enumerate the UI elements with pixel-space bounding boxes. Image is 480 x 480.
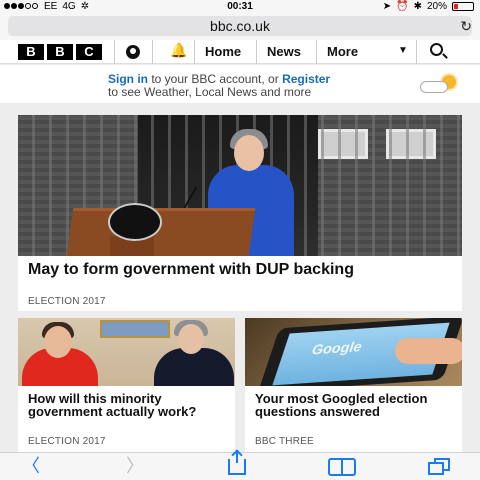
bluetooth-icon: ✱ [413, 1, 422, 12]
signin-message: Sign in to your BBC account, or Register… [108, 73, 330, 99]
story-card-image[interactable]: Google [245, 318, 462, 386]
chevron-down-icon[interactable]: ▼ [398, 45, 408, 56]
weather-icon [418, 73, 464, 97]
bookmarks-icon[interactable] [328, 458, 356, 476]
top-story-headline[interactable]: May to form government with DUP backing [28, 261, 452, 278]
back-arrow-icon[interactable]: 〈 [22, 457, 40, 475]
bbc-logo-letter: C [76, 44, 102, 60]
tabs-icon[interactable] [428, 458, 452, 476]
reload-icon[interactable]: ↻ [460, 18, 472, 35]
nav-home-link[interactable]: Home [205, 44, 241, 59]
alarm-icon: ⏰ [396, 1, 409, 12]
top-story-category[interactable]: ELECTION 2017 [28, 296, 106, 307]
signin-banner: Sign in to your BBC account, or Register… [0, 65, 480, 103]
browser-toolbar: 〈 〉 [0, 451, 480, 480]
signin-text-1: to your BBC account, or [148, 72, 283, 86]
nav-news-link[interactable]: News [267, 44, 301, 59]
location-icon: ➤ [382, 1, 392, 12]
bbc-logo-letter: B [18, 44, 44, 60]
battery-icon [452, 2, 474, 11]
nav-more-menu[interactable]: More [327, 44, 358, 59]
forward-arrow-icon[interactable]: 〉 [126, 457, 144, 475]
nav-divider [114, 40, 115, 64]
url-field[interactable]: bbc.co.uk [8, 16, 472, 36]
bbc-navigation-bar: B B C 🔔 Home News More ▼ [0, 40, 480, 64]
status-bar: EE 4G ✲ 00:31 ➤ ⏰ ✱ 20% [0, 0, 480, 14]
story-card[interactable]: How will this minority government actual… [18, 318, 235, 452]
account-icon[interactable] [126, 45, 140, 59]
story-card-image[interactable] [18, 318, 235, 386]
top-story-image[interactable] [18, 115, 462, 256]
register-link[interactable]: Register [282, 72, 330, 86]
notifications-bell-icon[interactable]: 🔔 [170, 42, 187, 59]
nav-divider [416, 40, 417, 64]
battery-percent: 20% [426, 1, 447, 12]
story-card-category[interactable]: BBC THREE [255, 436, 314, 447]
story-card[interactable]: Google Your most Googled election questi… [245, 318, 462, 452]
nav-divider [152, 40, 153, 64]
story-card-headline[interactable]: Your most Googled election questions ans… [255, 392, 455, 418]
bbc-logo[interactable]: B B C [18, 44, 102, 60]
signin-link[interactable]: Sign in [108, 72, 148, 86]
nav-divider [316, 40, 317, 64]
story-card-headline[interactable]: How will this minority government actual… [28, 392, 228, 418]
browser-address-bar: bbc.co.uk ↻ [0, 14, 480, 40]
url-text: bbc.co.uk [210, 18, 270, 34]
search-icon[interactable] [430, 43, 443, 56]
story-card-category[interactable]: ELECTION 2017 [28, 436, 106, 447]
top-story-card[interactable]: May to form government with DUP backing … [18, 115, 462, 311]
nav-divider [256, 40, 257, 64]
royal-crest-icon [108, 203, 162, 241]
nav-divider [194, 40, 195, 64]
share-icon[interactable] [228, 451, 246, 475]
signin-text-2: to see Weather, Local News and more [108, 85, 312, 99]
bbc-logo-letter: B [47, 44, 73, 60]
